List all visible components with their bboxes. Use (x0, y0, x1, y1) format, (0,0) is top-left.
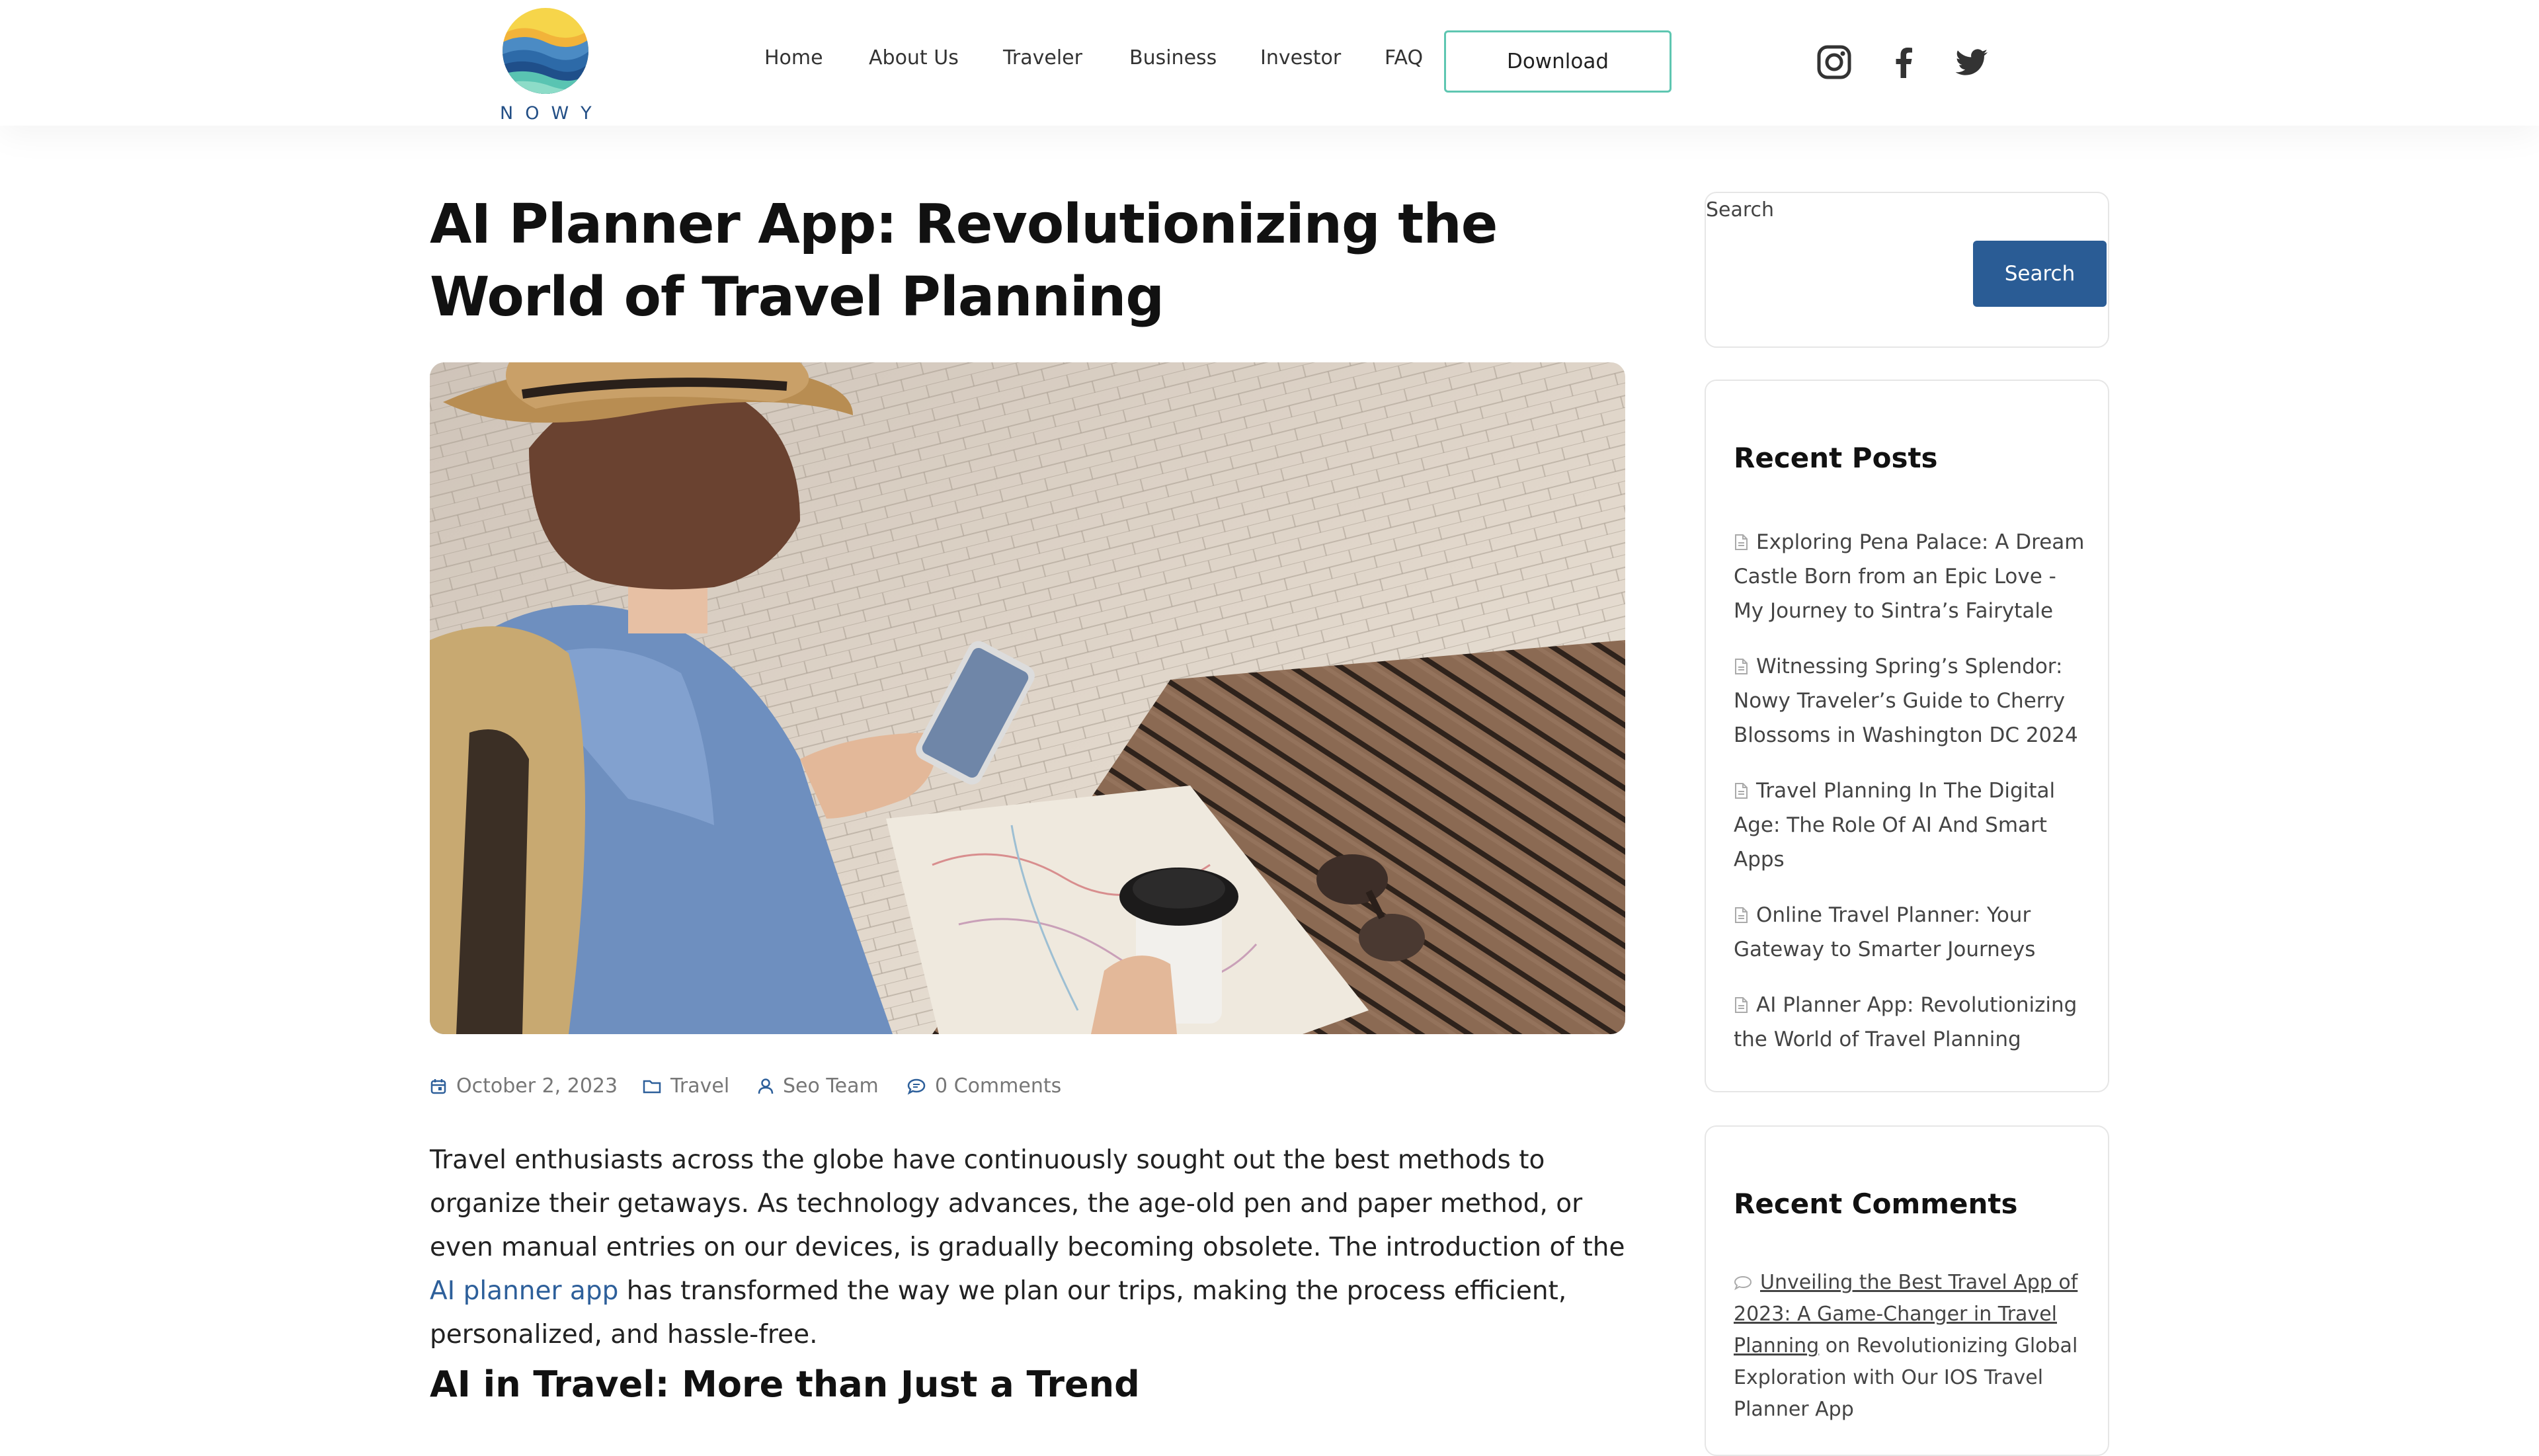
intro-text-start: Travel enthusiasts across the globe have… (430, 1145, 1625, 1262)
recent-post-label: AI Planner App: Revolutionizing the Worl… (1734, 993, 2077, 1051)
recent-post-link[interactable]: AI Planner App: Revolutionizing the Worl… (1734, 988, 2091, 1057)
brand-logo[interactable]: NOWY (500, 8, 592, 124)
comment-bubble-icon (907, 1078, 926, 1095)
recent-post-link[interactable]: Travel Planning In The Digital Age: The … (1734, 774, 2091, 877)
document-icon (1735, 659, 1748, 674)
page: NOWY Home About Us Traveler Business Inv… (0, 0, 2539, 1456)
recent-post-link[interactable]: Exploring Pena Palace: A Dream Castle Bo… (1734, 525, 2091, 628)
download-button[interactable]: Download (1444, 30, 1672, 93)
recent-comments-title: Recent Comments (1734, 1188, 2018, 1220)
brand-name: NOWY (500, 103, 604, 124)
nav-item-faq[interactable]: FAQ (1385, 46, 1423, 69)
post-date-text: October 2, 2023 (456, 1074, 618, 1098)
comment-connector: on (1819, 1334, 1857, 1357)
document-icon (1735, 534, 1748, 550)
post-author[interactable]: Seo Team (758, 1074, 879, 1098)
recent-posts-title: Recent Posts (1734, 442, 1938, 474)
post-comments-text: 0 Comments (935, 1074, 1062, 1098)
post-featured-image (430, 362, 1625, 1034)
recent-posts-widget: Recent Posts Exploring Pena Palace: A Dr… (1705, 380, 2109, 1092)
document-icon (1735, 783, 1748, 799)
post-category-text: Travel (670, 1074, 730, 1098)
folder-icon (643, 1080, 661, 1093)
search-button[interactable]: Search (1973, 241, 2107, 307)
post-date[interactable]: October 2, 2023 (430, 1074, 618, 1098)
recent-post-label: Exploring Pena Palace: A Dream Castle Bo… (1734, 530, 2085, 623)
ai-planner-app-link[interactable]: AI planner app (430, 1276, 618, 1306)
search-widget: Search Search (1705, 192, 2109, 348)
post-intro-paragraph: Travel enthusiasts across the globe have… (430, 1139, 1627, 1357)
recent-post-link[interactable]: Online Travel Planner: Your Gateway to S… (1734, 898, 2091, 967)
facebook-icon[interactable] (1886, 44, 1923, 81)
recent-comments-widget: Recent Comments Unveiling the Best Trave… (1705, 1125, 2109, 1456)
recent-post-label: Travel Planning In The Digital Age: The … (1734, 779, 2056, 871)
calendar-icon (430, 1078, 446, 1094)
post-title: AI Planner App: Revolutionizing the Worl… (430, 193, 1498, 329)
twitter-icon[interactable] (1953, 44, 1990, 81)
comment-bubble-icon (1734, 1275, 1752, 1291)
search-input[interactable] (1706, 233, 1973, 300)
recent-post-label: Witnessing Spring’s Splendor: Nowy Trave… (1734, 655, 2078, 747)
section-heading: AI in Travel: More than Just a Trend (430, 1363, 1140, 1405)
search-label: Search (1706, 198, 1775, 222)
post-comments-count[interactable]: 0 Comments (907, 1074, 1061, 1098)
recent-post-link[interactable]: Witnessing Spring’s Splendor: Nowy Trave… (1734, 649, 2091, 752)
nav-item-traveler[interactable]: Traveler (1003, 46, 1082, 69)
logo-emblem-icon (503, 8, 588, 94)
recent-post-label: Online Travel Planner: Your Gateway to S… (1734, 903, 2036, 961)
nav-item-about-us[interactable]: About Us (869, 46, 959, 69)
top-navigation-bar: NOWY Home About Us Traveler Business Inv… (0, 0, 2539, 126)
instagram-icon[interactable] (1816, 44, 1853, 81)
nav-item-home[interactable]: Home (764, 46, 823, 69)
user-icon (758, 1078, 774, 1094)
nav-item-investor[interactable]: Investor (1260, 46, 1341, 69)
document-icon (1735, 997, 1748, 1013)
nav-item-business[interactable]: Business (1129, 46, 1217, 69)
recent-comment-item: Unveiling the Best Travel App of 2023: A… (1734, 1267, 2091, 1426)
document-icon (1735, 907, 1748, 923)
post-category[interactable]: Travel (643, 1074, 729, 1098)
post-author-text: Seo Team (783, 1074, 879, 1098)
